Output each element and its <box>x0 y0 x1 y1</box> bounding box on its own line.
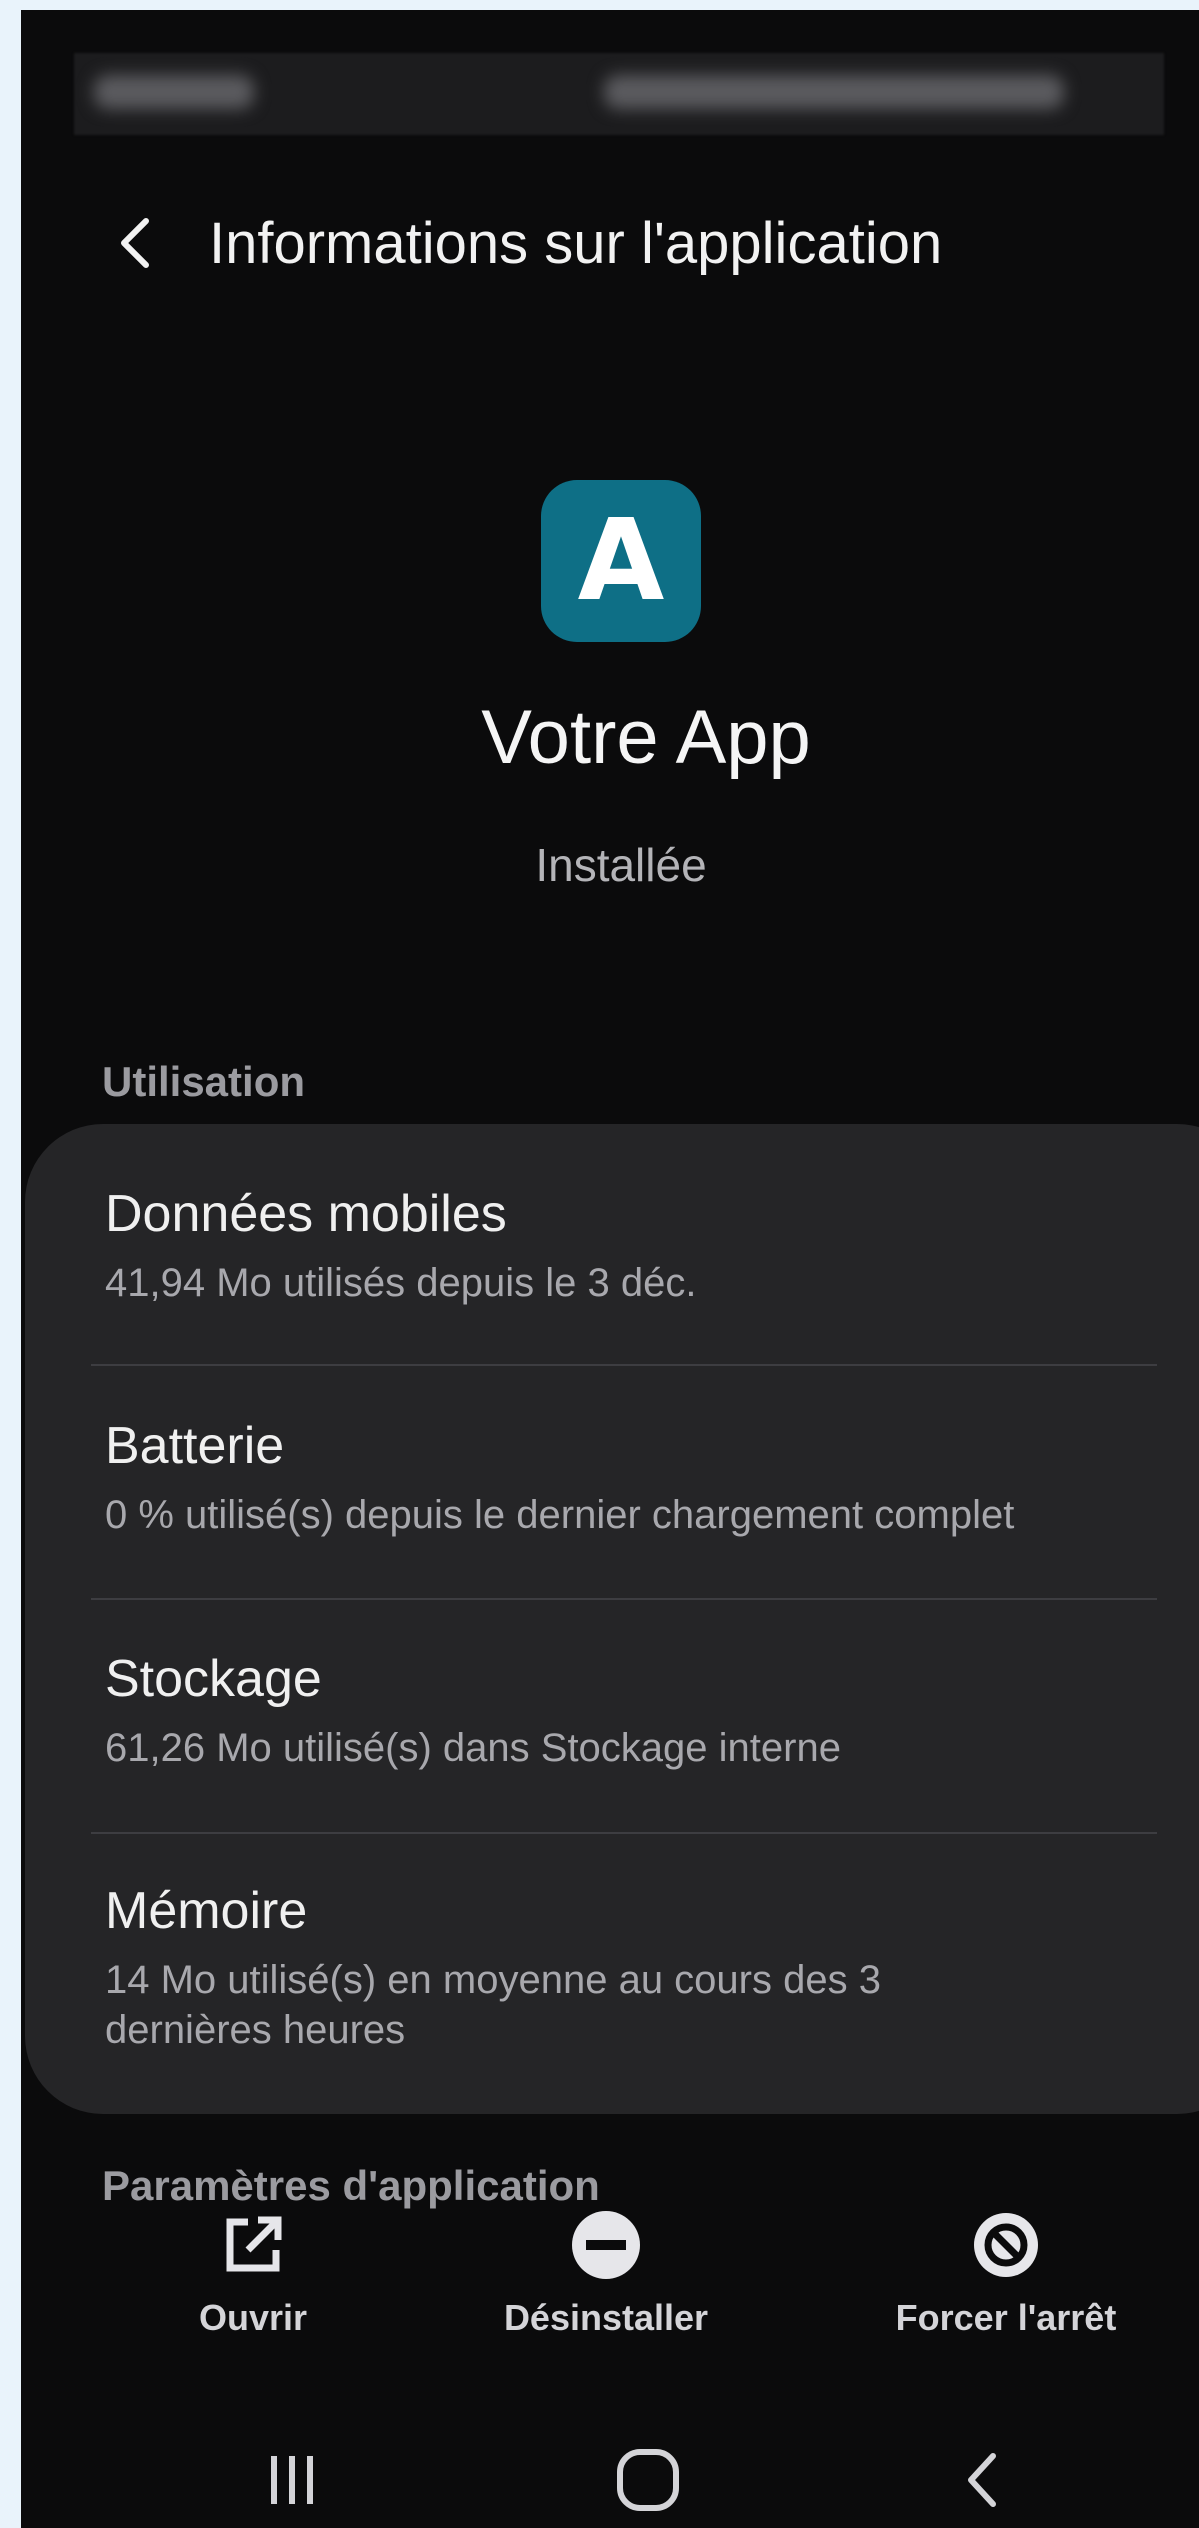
recent-apps-button[interactable] <box>232 2430 352 2528</box>
recent-apps-icon <box>271 2456 313 2504</box>
app-icon: A <box>541 480 701 642</box>
uninstall-label: Désinstaller <box>503 2297 709 2338</box>
app-icon-letter: A <box>577 496 665 626</box>
open-button[interactable]: Ouvrir <box>173 2205 333 2365</box>
open-external-icon <box>213 2205 293 2285</box>
divider <box>91 1364 1157 1366</box>
phone-screen: Informations sur l'application A Votre A… <box>21 10 1199 2528</box>
force-stop-button[interactable]: Forcer l'arrêt <box>881 2205 1131 2365</box>
home-button[interactable] <box>588 2430 708 2528</box>
uninstall-button[interactable]: Désinstaller <box>496 2205 716 2365</box>
usage-item-storage[interactable]: Stockage 61,26 Mo utilisé(s) dans Stocka… <box>85 1649 1179 1849</box>
usage-card: Données mobiles 41,94 Mo utilisés depuis… <box>25 1124 1199 2114</box>
usage-item-subtitle: 0 % utilisé(s) depuis le dernier chargem… <box>105 1493 1015 1537</box>
section-header-app-settings: Paramètres d'application <box>102 2162 600 2209</box>
usage-item-title: Stockage <box>105 1650 322 1708</box>
usage-item-battery[interactable]: Batterie 0 % utilisé(s) depuis le dernie… <box>85 1416 1179 1616</box>
divider <box>91 1598 1157 1600</box>
usage-item-title: Batterie <box>105 1417 285 1475</box>
status-time-blurred <box>94 75 254 109</box>
app-install-status: Installée <box>535 839 707 891</box>
chevron-left-icon <box>121 218 149 268</box>
usage-item-subtitle: 61,26 Mo utilisé(s) dans Stockage intern… <box>105 1726 841 1770</box>
app-bar: Informations sur l'application <box>21 180 1199 310</box>
open-label: Ouvrir <box>198 2297 308 2338</box>
block-icon <box>966 2205 1046 2285</box>
back-icon <box>968 2453 996 2507</box>
home-icon <box>617 2449 679 2511</box>
status-icons-blurred <box>604 75 1064 109</box>
page-title: Informations sur l'application <box>209 211 943 276</box>
section-header-usage: Utilisation <box>102 1058 306 1105</box>
status-bar <box>74 53 1164 135</box>
usage-item-title: Données mobiles <box>105 1185 507 1243</box>
app-name: Votre App <box>481 695 811 780</box>
usage-item-mobile-data[interactable]: Données mobiles 41,94 Mo utilisés depuis… <box>85 1184 1179 1384</box>
back-button[interactable] <box>101 208 171 278</box>
usage-item-subtitle: 41,94 Mo utilisés depuis le 3 déc. <box>105 1261 697 1305</box>
usage-item-memory[interactable]: Mémoire 14 Mo utilisé(s) en moyenne au c… <box>85 1881 1179 2081</box>
minus-circle-icon <box>566 2205 646 2285</box>
force-stop-label: Forcer l'arrêt <box>895 2297 1117 2338</box>
usage-item-subtitle: 14 Mo utilisé(s) en moyenne au cours des… <box>105 1958 881 2052</box>
divider <box>91 1832 1157 1834</box>
usage-item-title: Mémoire <box>105 1882 308 1940</box>
nav-back-button[interactable] <box>923 2430 1043 2528</box>
